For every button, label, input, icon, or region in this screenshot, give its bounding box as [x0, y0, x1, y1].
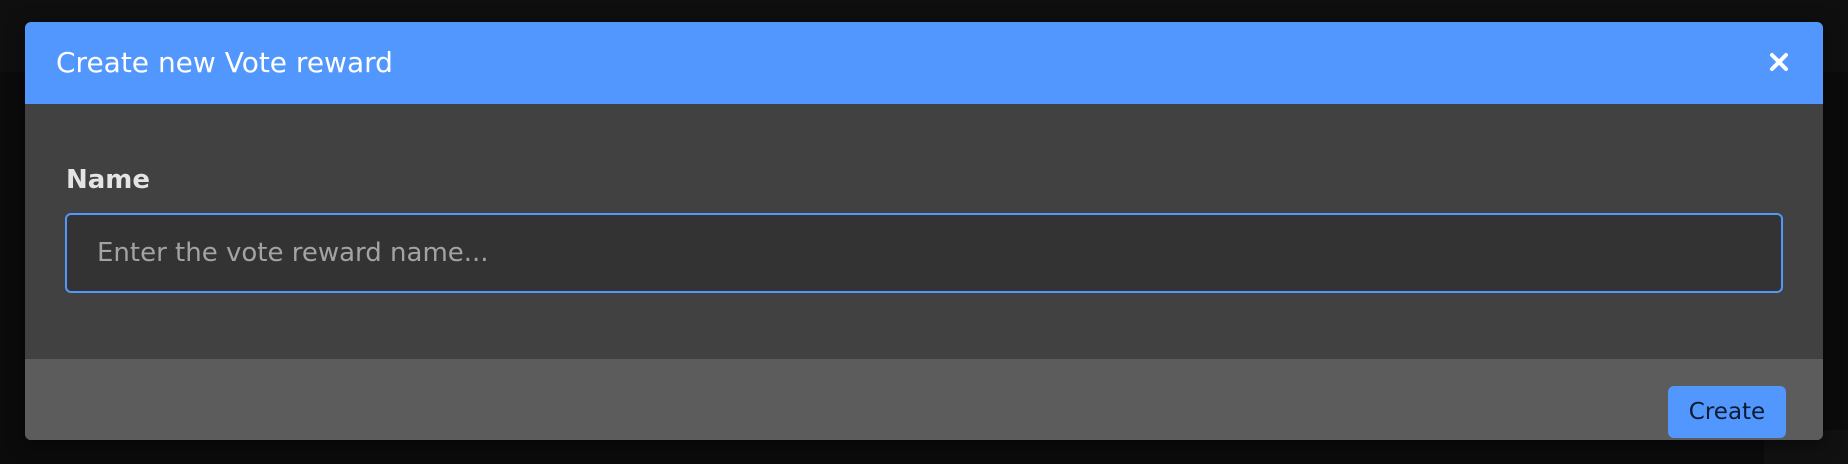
name-field-label: Name [66, 165, 151, 195]
close-icon [1770, 53, 1788, 71]
modal-footer: Create [25, 359, 1823, 440]
modal-body: Name [25, 104, 1823, 359]
vote-reward-name-input[interactable] [65, 213, 1783, 293]
modal-header: Create new Vote reward [25, 22, 1823, 104]
close-button[interactable] [1761, 44, 1797, 80]
create-button[interactable]: Create [1668, 386, 1786, 438]
modal-title: Create new Vote reward [56, 46, 393, 79]
create-vote-reward-modal: Create new Vote reward Name Create [25, 22, 1823, 440]
